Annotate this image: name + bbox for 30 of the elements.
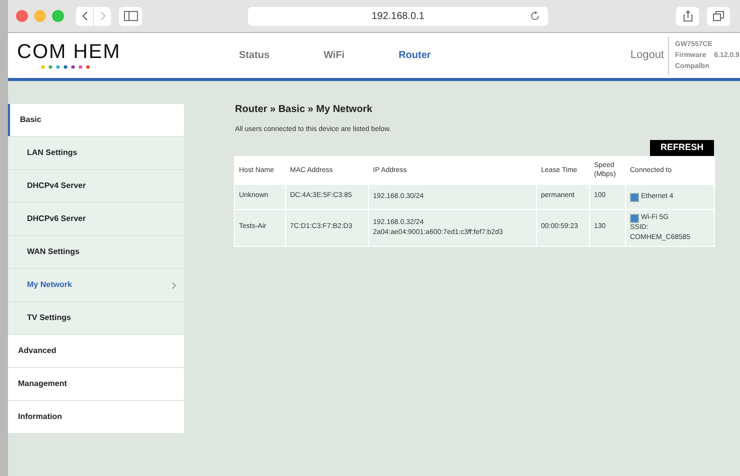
breadcrumb: Router » Basic » My Network [235, 103, 374, 117]
logo-text: COM HEM [17, 42, 122, 62]
back-button[interactable] [76, 6, 93, 26]
tabs-button[interactable] [707, 6, 730, 26]
reload-icon [530, 11, 540, 21]
sidebar-icon [124, 11, 138, 21]
nav-tab[interactable]: Status [239, 48, 270, 63]
logout-link[interactable]: Logout [630, 47, 668, 64]
chevron-right-icon [98, 11, 106, 21]
sidebar-section[interactable]: Management [8, 368, 184, 400]
nav-tab[interactable]: WiFi [324, 48, 345, 63]
sidebar-item[interactable]: DHCPv6 Server [8, 203, 184, 235]
address-bar[interactable]: 192.168.0.1 [248, 6, 548, 26]
tabs-icon [713, 11, 724, 21]
sidebar-section[interactable]: Information [8, 401, 184, 433]
sidebar-section[interactable]: Basic [8, 104, 184, 136]
sidebar-item[interactable]: TV Settings [8, 302, 184, 334]
sidebar-item[interactable]: LAN Settings [8, 137, 184, 169]
share-icon [682, 10, 692, 22]
sidebar-item[interactable]: DHCPv4 Server [8, 170, 184, 202]
sidebar-item[interactable]: WAN Settings [8, 236, 184, 268]
nav-tab[interactable]: Router [398, 48, 431, 63]
sidebar-button[interactable] [119, 6, 142, 26]
refresh-button[interactable]: REFRESH [650, 140, 714, 156]
sidebar-section[interactable]: Advanced [8, 335, 184, 367]
dots-icon [41, 65, 90, 69]
sidebar-item[interactable]: My Network [8, 269, 184, 301]
chevron-left-icon [80, 11, 88, 21]
share-button[interactable] [676, 6, 699, 26]
chevron-right-icon [172, 282, 176, 288]
